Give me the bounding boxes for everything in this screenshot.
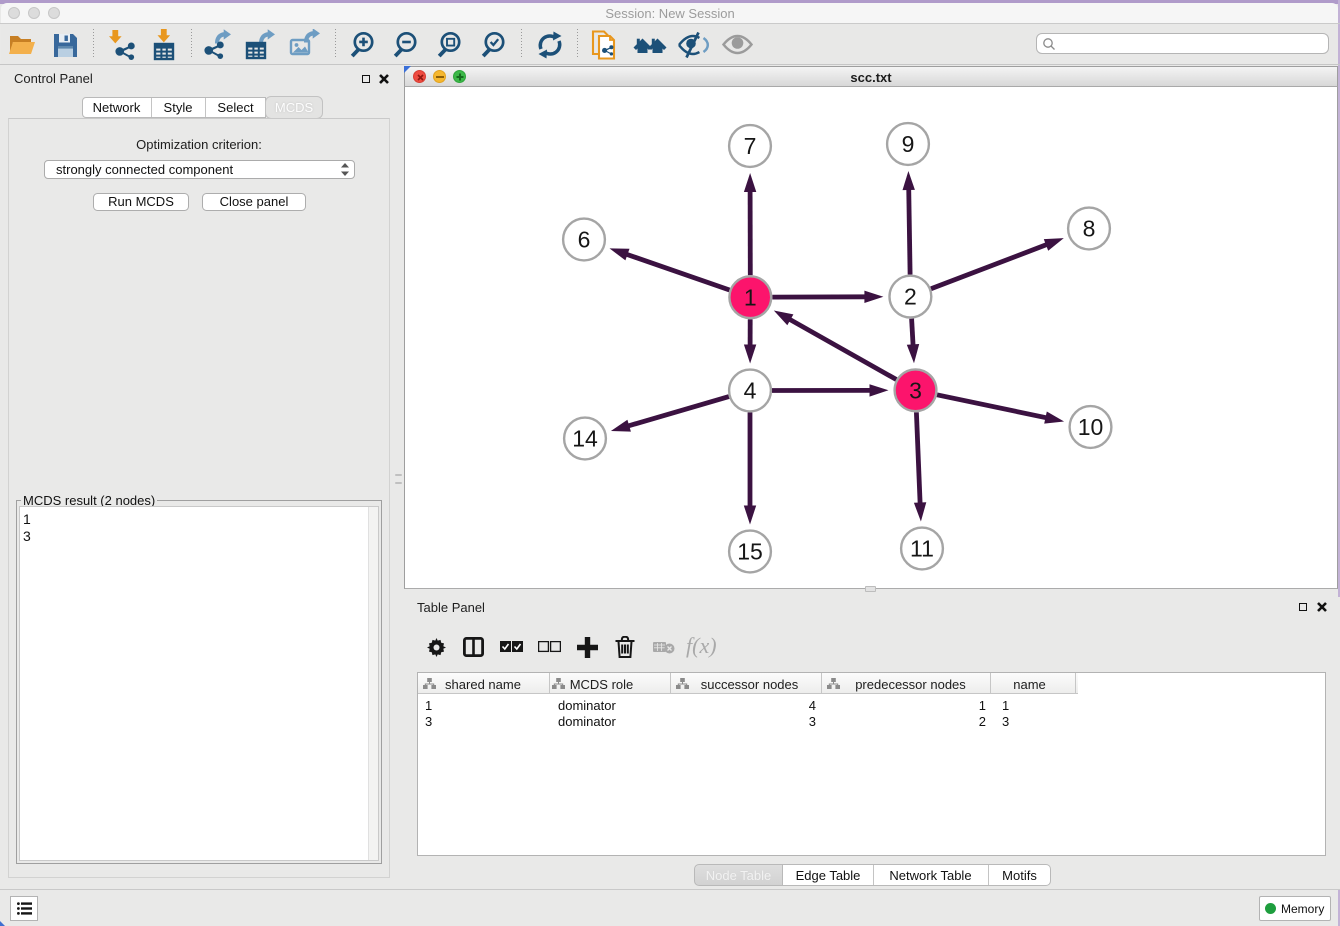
svg-text:4: 4	[744, 378, 757, 404]
svg-text:3: 3	[909, 377, 922, 403]
svg-text:2: 2	[904, 284, 917, 310]
svg-text:9: 9	[902, 131, 915, 157]
svg-text:14: 14	[572, 426, 598, 452]
svg-text:1: 1	[744, 284, 757, 310]
svg-text:7: 7	[744, 133, 757, 159]
svg-text:11: 11	[910, 536, 934, 562]
svg-text:10: 10	[1078, 414, 1104, 440]
svg-text:6: 6	[578, 227, 591, 253]
svg-text:8: 8	[1083, 216, 1096, 242]
svg-text:15: 15	[737, 539, 763, 565]
